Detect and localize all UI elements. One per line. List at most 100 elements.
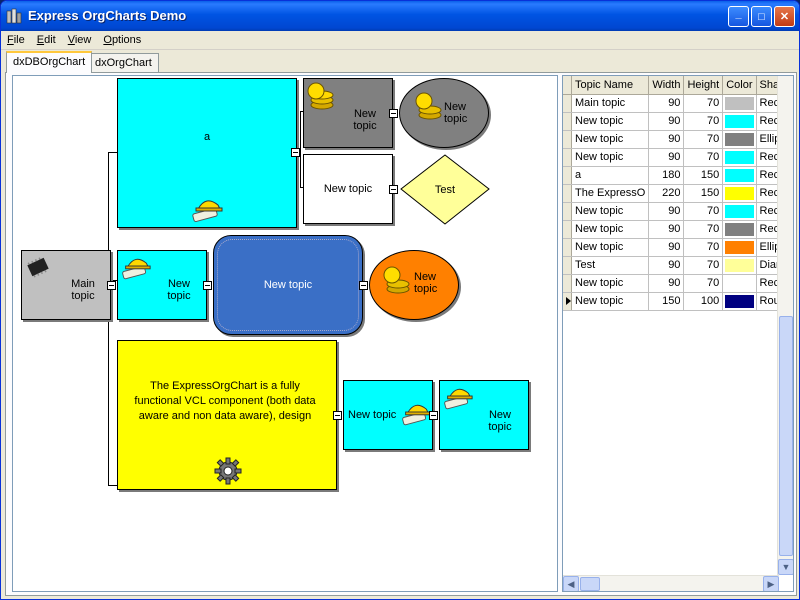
table-row[interactable]: Main topic9070Rectan — [563, 94, 793, 113]
node-bottom-cyan-2[interactable]: New topic — [439, 380, 529, 450]
grid-cell-color[interactable] — [722, 292, 757, 311]
node-mid-cyan[interactable]: New topic — [117, 250, 212, 320]
column-header-color[interactable]: Color — [722, 76, 757, 95]
node-top-gray[interactable]: New topic — [303, 78, 398, 148]
grid-cell-topic-name[interactable]: New topic — [571, 112, 650, 131]
topics-grid[interactable]: Topic Name Width Height Color Shape Main… — [562, 75, 794, 592]
vertical-scrollbar[interactable]: ▼ — [777, 76, 793, 575]
grid-cell-topic-name[interactable]: The ExpressO — [571, 184, 650, 203]
org-chart-canvas[interactable]: Main topic a New topic New topic New top… — [12, 75, 558, 592]
table-row[interactable]: New topic 90 70 Ellipse — [563, 130, 793, 149]
column-header-topic-name[interactable]: Topic Name — [571, 76, 650, 95]
table-row[interactable]: New topic9070Rectan — [563, 220, 793, 239]
node-a[interactable]: a — [117, 78, 300, 228]
grid-cell-color[interactable] — [722, 256, 757, 275]
row-indicator[interactable] — [563, 166, 572, 185]
table-row[interactable]: New topic 90 70 Ellipse — [563, 238, 793, 257]
row-indicator[interactable] — [563, 130, 572, 149]
row-indicator[interactable] — [563, 220, 572, 239]
grid-cell-width[interactable]: 90 — [648, 94, 685, 113]
row-indicator[interactable] — [563, 94, 572, 113]
grid-cell-height[interactable]: 70 — [683, 130, 724, 149]
scroll-right-button[interactable]: ▶ — [763, 576, 779, 591]
table-row[interactable]: Test9070Diamor — [563, 256, 793, 275]
tab-dxdborgchart[interactable]: dxDBOrgChart — [6, 51, 93, 73]
grid-cell-topic-name[interactable]: Main topic — [571, 94, 650, 113]
grid-cell-topic-name[interactable]: New topic — [571, 130, 650, 149]
title-bar[interactable]: Express OrgCharts Demo _ □ ✕ — [1, 1, 799, 31]
row-indicator[interactable] — [563, 184, 572, 203]
table-row[interactable]: New topic9070Rectan — [563, 202, 793, 221]
grid-cell-topic-name[interactable]: New topic — [571, 220, 650, 239]
grid-cell-height[interactable]: 150 — [683, 166, 724, 185]
grid-cell-height[interactable]: 150 — [683, 184, 724, 203]
grid-cell-color[interactable] — [722, 220, 757, 239]
maximize-button[interactable]: □ — [751, 6, 772, 27]
close-button[interactable]: ✕ — [774, 6, 795, 27]
grid-cell-color[interactable] — [722, 184, 757, 203]
grid-cell-height[interactable]: 70 — [683, 256, 724, 275]
table-row[interactable]: The ExpressO220150Rectan — [563, 184, 793, 203]
grid-cell-height[interactable]: 70 — [683, 94, 724, 113]
grid-cell-color[interactable] — [722, 112, 757, 131]
table-row[interactable]: a180150Rectan — [563, 166, 793, 185]
node-mid-blue[interactable]: New topic — [213, 235, 368, 335]
row-indicator[interactable] — [563, 148, 572, 167]
grid-cell-topic-name[interactable]: New topic — [571, 292, 650, 311]
grid-cell-topic-name[interactable]: Test — [571, 256, 650, 275]
grid-cell-height[interactable]: 70 — [683, 274, 724, 293]
node-top-gray-ellipse[interactable]: New topic — [399, 78, 489, 148]
column-header-width[interactable]: Width — [648, 76, 685, 95]
collapse-toggle[interactable] — [389, 185, 398, 194]
menu-edit[interactable]: Edit — [31, 34, 62, 46]
collapse-toggle[interactable] — [429, 411, 438, 420]
horizontal-scrollbar[interactable]: ◀ ▶ — [563, 575, 779, 591]
grid-cell-height[interactable]: 70 — [683, 112, 724, 131]
scroll-left-button[interactable]: ◀ — [563, 576, 579, 591]
row-indicator[interactable] — [563, 112, 572, 131]
grid-cell-width[interactable]: 90 — [648, 130, 685, 149]
menu-view[interactable]: View — [62, 34, 98, 46]
grid-cell-width[interactable]: 90 — [648, 112, 685, 131]
grid-cell-color[interactable] — [722, 148, 757, 167]
grid-cell-topic-name[interactable]: New topic — [571, 202, 650, 221]
table-row[interactable]: New topic9070Rectan — [563, 274, 793, 293]
collapse-toggle[interactable] — [291, 148, 300, 157]
grid-cell-height[interactable]: 70 — [683, 202, 724, 221]
row-indicator[interactable] — [563, 256, 572, 275]
collapse-toggle[interactable] — [333, 411, 342, 420]
grid-cell-width[interactable]: 90 — [648, 256, 685, 275]
horizontal-scroll-thumb[interactable] — [580, 577, 600, 591]
row-indicator[interactable] — [563, 274, 572, 293]
table-row[interactable]: New topic9070Rectan — [563, 112, 793, 131]
collapse-toggle[interactable] — [359, 281, 368, 290]
vertical-scroll-thumb[interactable] — [779, 316, 793, 556]
grid-cell-height[interactable]: 70 — [683, 220, 724, 239]
node-mid-orange[interactable]: New topic — [369, 250, 459, 320]
grid-cell-width[interactable]: 180 — [648, 166, 685, 185]
grid-cell-color[interactable] — [722, 202, 757, 221]
grid-cell-topic-name[interactable]: a — [571, 166, 650, 185]
grid-cell-width[interactable]: 150 — [648, 292, 685, 311]
grid-cell-color[interactable] — [722, 274, 757, 293]
table-row[interactable]: New topic 150 100 Round — [563, 292, 793, 311]
collapse-toggle[interactable] — [203, 281, 212, 290]
node-bottom-cyan-1[interactable]: New topic — [343, 380, 438, 450]
grid-cell-width[interactable]: 90 — [648, 238, 685, 257]
node-test-diamond[interactable]: Test — [399, 154, 491, 226]
grid-cell-height[interactable]: 100 — [683, 292, 724, 311]
grid-cell-width[interactable]: 90 — [648, 274, 685, 293]
node-main-topic[interactable]: Main topic — [21, 250, 116, 320]
node-yellow[interactable]: The ExpressOrgChart is a fully functiona… — [117, 340, 342, 490]
column-header-height[interactable]: Height — [683, 76, 724, 95]
scroll-down-button[interactable]: ▼ — [778, 559, 793, 575]
tab-dxorgchart[interactable]: dxOrgChart — [88, 53, 159, 73]
row-indicator[interactable] — [563, 238, 572, 257]
grid-cell-width[interactable]: 90 — [648, 220, 685, 239]
row-indicator[interactable] — [563, 202, 572, 221]
grid-cell-width[interactable]: 220 — [648, 184, 685, 203]
menu-options[interactable]: Options — [97, 34, 147, 46]
table-row[interactable]: New topic9070Rectan — [563, 148, 793, 167]
minimize-button[interactable]: _ — [728, 6, 749, 27]
collapse-toggle[interactable] — [107, 281, 116, 290]
